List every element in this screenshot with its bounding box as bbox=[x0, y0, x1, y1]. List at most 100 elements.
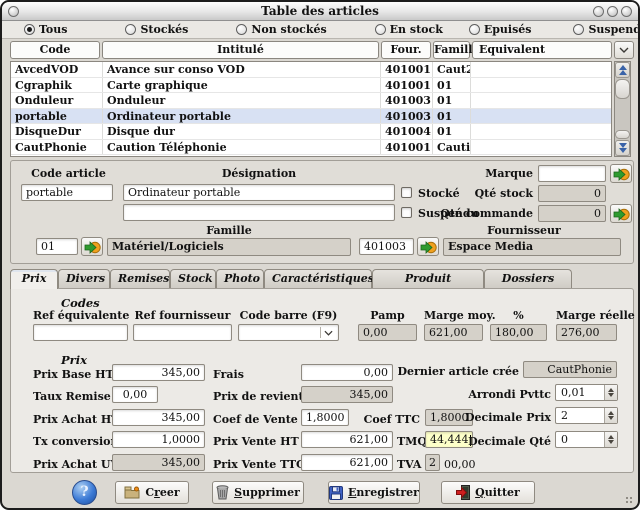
tab-caracteristiques[interactable]: Caractéristiques bbox=[264, 269, 374, 288]
prix-achat-ht-input[interactable]: 345,00 bbox=[112, 409, 205, 426]
code-article-input[interactable]: portable bbox=[21, 184, 113, 201]
title-bar[interactable]: Table des articles bbox=[2, 2, 638, 21]
prix-tab-panel: Codes Ref équivalente Ref fournisseur Co… bbox=[10, 288, 635, 473]
table-row[interactable]: AvcedVOD Avance sur conso VOD 401001 Caut2 bbox=[11, 62, 611, 78]
window-close-button[interactable] bbox=[621, 6, 632, 17]
create-button-label: Creer bbox=[145, 486, 180, 499]
table-row[interactable]: CautPhonie Caution Téléphonie 401001 Cauti bbox=[11, 139, 611, 155]
prix-base-ht-input[interactable]: 345,00 bbox=[112, 364, 205, 381]
decimale-qte-spinner[interactable]: 0 bbox=[555, 431, 618, 448]
fournisseur-lookup-button[interactable] bbox=[417, 237, 439, 256]
filter-option-tous[interactable]: Tous bbox=[24, 23, 67, 36]
ref-fournisseur-input[interactable] bbox=[133, 324, 232, 341]
scroll-thumb[interactable] bbox=[615, 79, 630, 99]
fournisseur-label: Fournisseur bbox=[487, 224, 561, 237]
marque-lookup-button[interactable] bbox=[610, 164, 632, 183]
tab-dossiers-lies[interactable]: Dossiers liés bbox=[484, 269, 572, 303]
quit-button-label: Quitter bbox=[475, 486, 520, 499]
tab-prix[interactable]: Prix bbox=[10, 269, 58, 289]
tx-conversion-input[interactable]: 1,0000 bbox=[112, 431, 205, 448]
scroll-trough[interactable] bbox=[615, 99, 630, 130]
tab-stock[interactable]: Stock bbox=[170, 269, 216, 288]
marque-input[interactable] bbox=[538, 165, 606, 182]
equivalent-dropdown-button[interactable] bbox=[614, 41, 634, 59]
tab-remises[interactable]: Remises bbox=[110, 269, 170, 288]
trash-icon bbox=[216, 485, 229, 500]
taux-remise-input[interactable]: 0,00 bbox=[112, 386, 158, 403]
code-barre-select[interactable] bbox=[238, 324, 339, 341]
window-minimize-button[interactable] bbox=[593, 6, 604, 17]
tab-photo[interactable]: Photo bbox=[216, 269, 264, 288]
frais-input[interactable]: 0,00 bbox=[301, 364, 393, 381]
quit-button[interactable]: Quitter bbox=[441, 481, 535, 504]
double-up-arrow-icon bbox=[618, 70, 627, 75]
arrondi-spinner[interactable]: 0,01 bbox=[555, 384, 618, 401]
pamp-field: 0,00 bbox=[358, 324, 417, 341]
code-barre-label: Code barre (F9) bbox=[239, 309, 338, 322]
radio-icon bbox=[573, 24, 585, 35]
tab-produit-compose[interactable]: Produit composé bbox=[372, 269, 484, 303]
filter-bar: Tous Stockés Non stockés En stock Epuisé… bbox=[2, 21, 638, 39]
filter-option-stockes[interactable]: Stockés bbox=[125, 23, 188, 36]
prix-achat-ht-label: Prix Achat HT bbox=[33, 413, 120, 426]
qte-commande-lookup-button[interactable] bbox=[610, 204, 632, 223]
filter-option-non-stockes[interactable]: Non stockés bbox=[236, 23, 327, 36]
famille-label: Famille bbox=[206, 224, 252, 237]
resize-grip[interactable] bbox=[620, 491, 632, 503]
table-row[interactable]: DisqueDur Disque dur 401004 01 bbox=[11, 124, 611, 140]
scroll-thumb-cap[interactable] bbox=[615, 130, 630, 139]
column-header-intitule[interactable]: Intitulé bbox=[102, 41, 379, 59]
table-row[interactable]: Cgraphik Carte graphique 401001 01 bbox=[11, 77, 611, 93]
prix-vente-ttc-input[interactable]: 621,00 bbox=[301, 454, 393, 471]
famille-lookup-button[interactable] bbox=[81, 237, 103, 256]
scroll-up-button[interactable] bbox=[615, 62, 630, 78]
save-button[interactable]: Enregistrer bbox=[328, 481, 420, 504]
pct-field: 180,00 bbox=[490, 324, 547, 341]
table-row[interactable]: Onduleur Onduleur 401003 01 bbox=[11, 93, 611, 109]
filter-option-en-stock[interactable]: En stock bbox=[374, 23, 443, 36]
codes-section-heading: Codes bbox=[61, 296, 100, 310]
radio-icon bbox=[236, 24, 248, 35]
window-title: Table des articles bbox=[261, 4, 379, 18]
pamp-label: Pamp bbox=[370, 309, 405, 322]
coef-ttc-label: Coef TTC bbox=[363, 413, 420, 426]
fournisseur-code-input[interactable]: 401003 bbox=[359, 238, 414, 255]
save-button-label: Enregistrer bbox=[348, 486, 419, 499]
create-button[interactable]: Creer bbox=[115, 481, 189, 504]
column-header-famille[interactable]: Famille bbox=[433, 41, 480, 59]
column-header-code[interactable]: Code bbox=[10, 41, 100, 59]
dernier-article-label: Dernier article crée bbox=[397, 365, 519, 378]
spinner-up-down-icon[interactable] bbox=[604, 408, 617, 423]
tab-divers[interactable]: Divers bbox=[58, 269, 110, 288]
radio-icon bbox=[125, 24, 137, 35]
spinner-up-down-icon[interactable] bbox=[604, 385, 617, 400]
window-maximize-button[interactable] bbox=[607, 6, 618, 17]
famille-name-field: Matériel/Logiciels bbox=[107, 238, 351, 256]
spinner-up-down-icon[interactable] bbox=[604, 432, 617, 447]
decimale-prix-spinner[interactable]: 2 bbox=[555, 407, 618, 424]
column-header-equivalent[interactable]: Equivalent bbox=[472, 41, 612, 59]
famille-code-input[interactable]: 01 bbox=[36, 238, 78, 255]
filter-option-suspendus[interactable]: Suspendus bbox=[573, 23, 638, 36]
stocke-checkbox[interactable] bbox=[401, 187, 412, 198]
ref-equivalente-input[interactable] bbox=[33, 324, 128, 341]
scroll-down-button[interactable] bbox=[615, 140, 630, 156]
designation-input-2[interactable] bbox=[123, 204, 395, 221]
help-button[interactable]: ? bbox=[72, 480, 97, 505]
prix-vente-ht-input[interactable]: 621,00 bbox=[301, 431, 393, 448]
filter-option-epuises[interactable]: Epuisés bbox=[468, 23, 531, 36]
table-row-selected[interactable]: portable Ordinateur portable 401003 01 bbox=[11, 108, 611, 124]
column-header-four[interactable]: Four. bbox=[381, 41, 431, 59]
qte-stock-label: Qté stock bbox=[474, 187, 533, 200]
lookup-icon bbox=[613, 207, 630, 221]
radio-selected-icon bbox=[24, 24, 35, 35]
delete-button[interactable]: Supprimer bbox=[212, 481, 304, 504]
lookup-icon bbox=[420, 240, 437, 254]
folder-icon bbox=[124, 486, 140, 499]
suspendu-checkbox[interactable] bbox=[401, 207, 412, 218]
prix-section-heading: Prix bbox=[61, 353, 87, 367]
designation-input-1[interactable]: Ordinateur portable bbox=[123, 184, 395, 201]
frais-label: Frais bbox=[213, 368, 244, 381]
tva-code-box[interactable]: 2 bbox=[425, 454, 440, 471]
coef-de-vente-input[interactable]: 1,8000 bbox=[301, 409, 349, 426]
